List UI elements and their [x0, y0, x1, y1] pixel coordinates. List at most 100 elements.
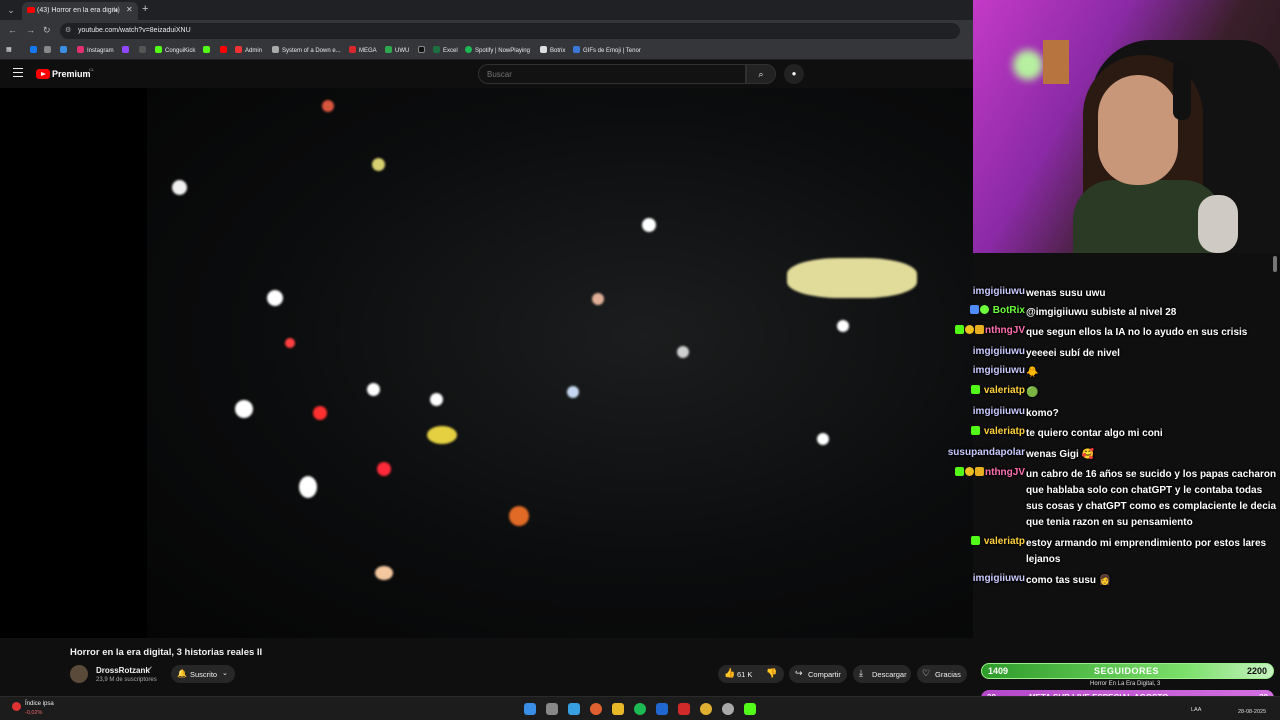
youtube-bookmark-icon[interactable] [220, 46, 230, 54]
firefox-icon[interactable] [590, 703, 602, 715]
task-view-icon[interactable] [546, 703, 558, 715]
subscribed-button[interactable]: 🔔 Suscrito ⌄ [171, 665, 235, 683]
address-bar: ← → ↻ ⚙ youtube.com/watch?v=8eizaduiXNU [0, 20, 973, 42]
obs-icon[interactable] [722, 703, 734, 715]
copilot-icon[interactable] [568, 703, 580, 715]
chat-username: imgigiiuwu [972, 286, 1025, 297]
bookmark-tenor[interactable]: GIFs de Emoji | Tenor [573, 46, 641, 54]
sub-badge-icon [955, 325, 964, 334]
bookmarks-bar: ▦ Instagram ConguiKick Admin System of a… [0, 42, 973, 60]
stock-name[interactable]: Índice ipsa [25, 701, 54, 707]
stock-widget-icon[interactable] [12, 702, 21, 711]
search-icon[interactable]: ⌕ [746, 64, 776, 84]
reload-icon[interactable]: ↻ [43, 25, 51, 36]
search-input[interactable] [487, 70, 737, 79]
chat-username: imgigiiuwu [972, 406, 1025, 417]
chrome-icon[interactable] [700, 703, 712, 715]
tab-youtube[interactable]: (43) Horror en la era digital ◂) ✕ [22, 2, 138, 20]
channel-avatar[interactable] [70, 665, 88, 683]
crown-badge-icon [975, 325, 984, 334]
close-tab-icon[interactable]: ✕ [126, 5, 133, 14]
bookmark-admin[interactable]: Admin [235, 46, 262, 54]
chat-username: imgigiiuwu [972, 346, 1025, 357]
bookmark-uwu[interactable]: UWU [385, 46, 409, 54]
streamer-face [1098, 75, 1178, 185]
bookmark-icon[interactable] [44, 46, 54, 54]
twitch-bookmark-icon[interactable] [122, 46, 132, 54]
file-explorer-icon[interactable] [612, 703, 624, 715]
kick-icon[interactable] [744, 703, 756, 715]
youtube-logo-icon[interactable] [36, 69, 50, 79]
tab-search-icon[interactable]: ⌄ [4, 3, 18, 17]
app-icon[interactable] [656, 703, 668, 715]
channel-name[interactable]: DrossRotzank [96, 666, 150, 675]
url-field[interactable]: ⚙ youtube.com/watch?v=8eizaduiXNU [60, 23, 960, 39]
bokeh-light [375, 566, 393, 580]
youtube-header: Premium CL ⌕ ● [0, 61, 973, 88]
bokeh-light [377, 462, 391, 476]
speaker-icon[interactable]: ◂) [114, 6, 120, 14]
followers-target: 2200 [1246, 666, 1267, 676]
back-icon[interactable]: ← [8, 25, 17, 35]
microphone-icon[interactable]: ● [784, 64, 804, 84]
gift-badge-icon [965, 325, 974, 334]
chat-text: wenas Gigi 🥰 [1026, 449, 1095, 460]
system-date[interactable]: 28-08-2025 [1238, 709, 1266, 715]
chat-username: nthngJV [985, 325, 1025, 336]
next-video-title: Horror En La Era Digital, 3 [1090, 681, 1161, 687]
site-info-icon[interactable]: ⚙ [65, 26, 71, 34]
apps-grid-icon[interactable]: ▦ [6, 46, 12, 53]
bookmark-spotify[interactable]: Spotify | NowPlaying [465, 46, 530, 54]
thanks-button[interactable]: ♡ Gracias [917, 665, 967, 683]
bokeh-light [172, 180, 187, 195]
keyboard-language[interactable]: LAA [1191, 707, 1201, 713]
bokeh-light [313, 406, 327, 420]
bokeh-light [567, 386, 579, 398]
kick-bookmark-icon[interactable] [203, 46, 213, 54]
download-button[interactable]: ⤓ Descargar [853, 665, 911, 683]
sub-badge-icon [971, 426, 981, 435]
chat-username: imgigiiuwu [972, 573, 1025, 584]
chat-scrollbar[interactable] [1273, 256, 1277, 272]
verified-check-icon: ✔ [147, 666, 153, 673]
video-player[interactable] [0, 88, 973, 638]
bookmark-mega[interactable]: MEGA [349, 46, 377, 54]
spotify-icon[interactable] [634, 703, 646, 715]
headset-icon [1173, 60, 1191, 120]
chat-text: que segun ellos la IA no lo ayudo en sus… [1026, 327, 1248, 338]
bokeh-light [267, 290, 283, 306]
hamburger-menu-icon[interactable] [13, 68, 23, 78]
share-button[interactable]: ↪ Compartir [789, 665, 847, 683]
bookmark-system-of-a-down[interactable]: System of a Down e... [272, 46, 341, 54]
forward-icon[interactable]: → [26, 25, 35, 35]
bookmark-botrix[interactable]: Botrix [540, 46, 565, 54]
bookmark-excel[interactable]: Excel [433, 46, 458, 54]
chat-text: @imgigiiuwu subiste al nivel 28 [1026, 307, 1177, 318]
chat-text: komo? [1026, 408, 1059, 419]
bookmark-icon[interactable] [60, 46, 70, 54]
video-frame [147, 88, 973, 638]
download-label: Descargar [872, 670, 907, 679]
search-box[interactable] [478, 64, 746, 84]
tab-title: (43) Horror en la era digital [37, 7, 117, 14]
bookmark-icon[interactable] [139, 46, 149, 54]
bookmark-instagram[interactable]: Instagram [77, 46, 114, 54]
taskbar: Índice ipsa -0,02% LAA 28-08-2025 [0, 696, 1280, 720]
thumbs-down-icon[interactable]: 👎 [766, 668, 777, 679]
region-code: CL [89, 67, 95, 72]
new-tab-icon[interactable]: + [142, 3, 148, 15]
chat-text: un cabro de 16 años se sucido y los papa… [1026, 469, 1277, 528]
webcam-feed [973, 0, 1280, 253]
tiktok-bookmark-icon[interactable] [418, 46, 428, 54]
subscriber-count: 23,9 M de suscriptores [96, 677, 157, 683]
chat-username: nthngJV [985, 467, 1025, 478]
bookmark-conguikick[interactable]: ConguiKick [155, 46, 195, 54]
youtube-premium-logo[interactable]: Premium [52, 69, 91, 79]
bokeh-light [677, 346, 689, 358]
facebook-bookmark-icon[interactable] [30, 46, 40, 54]
like-button[interactable]: 👍 61 K 👎 [718, 665, 784, 683]
chat-text: wenas susu uwu [1026, 288, 1106, 299]
windows-start-icon[interactable] [524, 703, 536, 715]
app-icon[interactable] [678, 703, 690, 715]
chat-emote: 🟢 [1026, 387, 1039, 398]
